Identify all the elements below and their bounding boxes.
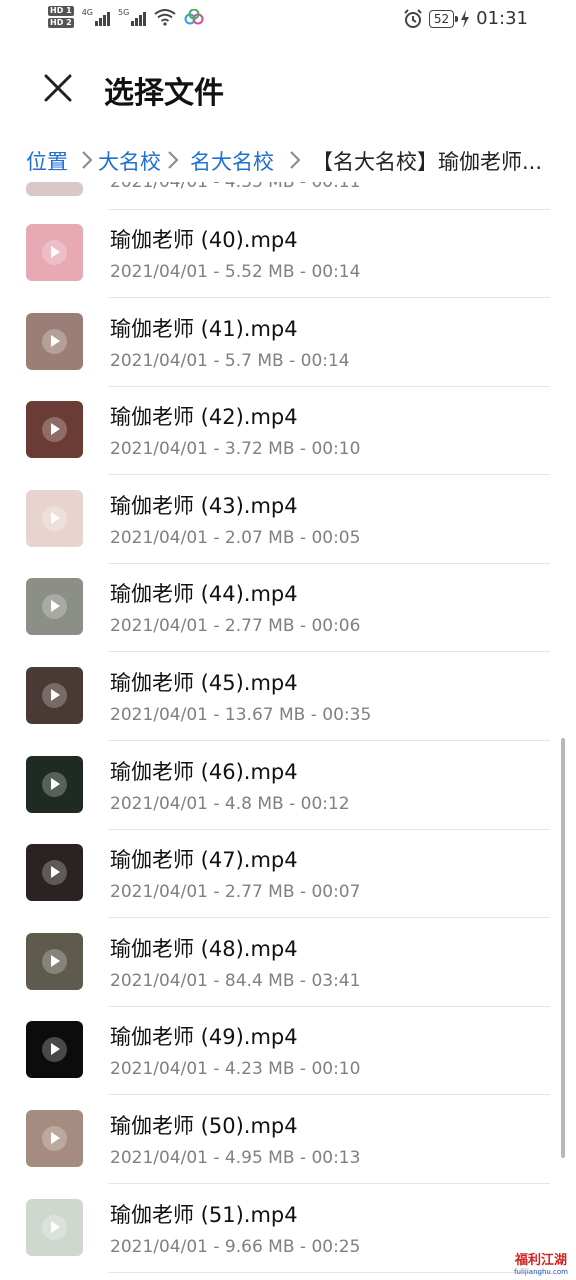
battery-indicator: 52: [428, 9, 459, 28]
file-name: 瑜伽老师 (48).mp4: [110, 936, 298, 961]
video-thumbnail: [26, 667, 83, 724]
list-item[interactable]: 瑜伽老师 (49).mp4 2021/04/01 - 4.23 MB - 00:1…: [0, 1007, 576, 1096]
alarm-icon: [404, 8, 422, 28]
app-header: 选择文件: [0, 56, 576, 120]
file-meta: 2021/04/01 - 13.67 MB - 00:35: [110, 705, 372, 725]
list-item[interactable]: 瑜伽老师 (42).mp4 2021/04/01 - 3.72 MB - 00:1…: [0, 387, 576, 476]
breadcrumb: 位置 大名校 名大名校 【名大名校】瑜伽老师...: [0, 140, 576, 182]
chevron-right-icon: [168, 151, 179, 169]
wifi-icon: [154, 9, 176, 26]
video-thumbnail: [26, 182, 83, 196]
play-icon: [42, 417, 67, 443]
video-thumbnail: [26, 578, 83, 636]
breadcrumb-item-folder-1[interactable]: 大名校: [98, 146, 161, 176]
file-name: 瑜伽老师 (44).mp4: [110, 582, 298, 607]
file-meta: 2021/04/01 - 5.52 MB - 00:14: [110, 262, 361, 282]
video-thumbnail: [26, 844, 83, 902]
signal1-label: 4G: [81, 8, 93, 17]
watermark-logo: 福利江湖 fulijianghu.com: [514, 1249, 568, 1276]
play-icon: [42, 1126, 67, 1151]
play-icon: [42, 860, 67, 886]
status-right: 52 01:31: [403, 8, 528, 29]
breadcrumb-item-current[interactable]: 【名大名校】瑜伽老师...: [312, 146, 542, 176]
list-item[interactable]: 瑜伽老师 (41).mp4 2021/04/01 - 5.7 MB - 00:14: [0, 299, 576, 387]
file-meta: 2021/04/01 - 2.77 MB - 00:07: [110, 882, 361, 903]
video-thumbnail: [26, 932, 83, 990]
video-thumbnail: [26, 1110, 83, 1167]
hd1-badge: HD 1: [48, 6, 74, 16]
file-name: 瑜伽老师 (40).mp4: [110, 228, 298, 252]
charging-icon: [461, 9, 470, 28]
file-meta: 2021/04/01 - 9.66 MB - 00:25: [110, 1236, 361, 1257]
file-name: 瑜伽老师 (49).mp4: [110, 1025, 298, 1050]
video-thumbnail: [26, 312, 83, 370]
file-meta: 2021/04/01 - 5.7 MB - 00:14: [110, 350, 350, 371]
file-meta: 2021/04/01 - 4.95 MB - 00:13: [110, 1148, 361, 1168]
file-meta: 2021/04/01 - 4.35 MB - 00:11: [110, 182, 361, 192]
signal2-label: 5G: [117, 8, 130, 17]
clock: 01:31: [476, 8, 528, 29]
list-item[interactable]: 瑜伽老师 (43).mp4 2021/04/01 - 2.07 MB - 00:0…: [0, 476, 576, 564]
page-title: 选择文件: [104, 76, 224, 111]
play-icon: [42, 594, 67, 620]
scrollbar[interactable]: [561, 738, 565, 1158]
file-name: 瑜伽老师 (45).mp4: [110, 671, 298, 695]
play-icon: [42, 1214, 67, 1240]
file-meta: 2021/04/01 - 3.72 MB - 00:10: [110, 439, 361, 460]
play-icon: [42, 683, 67, 708]
list-item[interactable]: 瑜伽老师 (40).mp4 2021/04/01 - 5.52 MB - 00:1…: [0, 210, 576, 298]
file-name: 瑜伽老师 (47).mp4: [110, 848, 298, 873]
hd2-badge: HD 2: [48, 18, 74, 28]
file-meta: 2021/04/01 - 84.4 MB - 03:41: [110, 970, 361, 991]
list-item[interactable]: 瑜伽老师 (44).mp4 2021/04/01 - 2.77 MB - 00:0…: [0, 564, 576, 653]
close-icon[interactable]: [40, 70, 76, 106]
list-item[interactable]: 瑜伽老师 (46).mp4 2021/04/01 - 4.8 MB - 00:12: [0, 742, 576, 830]
play-icon: [42, 240, 67, 265]
list-item[interactable]: 瑜伽老师 (51).mp4 2021/04/01 - 9.66 MB - 00:2…: [0, 1185, 576, 1273]
breadcrumb-item-folder-2[interactable]: 名大名校: [190, 146, 274, 176]
app-notification-icon: [184, 9, 204, 25]
file-name: 瑜伽老师 (43).mp4: [110, 493, 298, 518]
breadcrumb-item-location[interactable]: 位置: [26, 146, 68, 176]
file-list[interactable]: 2021/04/01 - 4.35 MB - 00:11 瑜伽老师 (40).m…: [0, 182, 576, 1280]
list-item[interactable]: 瑜伽老师 (50).mp4 2021/04/01 - 4.95 MB - 00:1…: [0, 1096, 576, 1184]
list-item[interactable]: 瑜伽老师 (48).mp4 2021/04/01 - 84.4 MB - 03:4…: [0, 919, 576, 1007]
play-icon: [42, 505, 67, 531]
file-meta: 2021/04/01 - 4.8 MB - 00:12: [110, 793, 350, 814]
signal-icon-1: 4G: [82, 8, 110, 26]
signal-icon-2: 5G: [117, 8, 147, 26]
file-meta: 2021/04/01 - 2.07 MB - 00:05: [110, 527, 361, 548]
status-left: HD 1 HD 2 4G 5G: [48, 6, 204, 28]
watermark-url: fulijianghu.com: [514, 1268, 568, 1276]
chevron-right-icon: [82, 151, 93, 169]
divider: [108, 1271, 550, 1273]
chevron-right-icon: [290, 151, 301, 169]
status-bar: HD 1 HD 2 4G 5G 52 01:31: [0, 0, 576, 44]
video-thumbnail: [26, 755, 83, 813]
file-name: 瑜伽老师 (42).mp4: [110, 405, 298, 430]
play-icon: [42, 771, 67, 797]
list-item[interactable]: 瑜伽老师 (45).mp4 2021/04/01 - 13.67 MB - 00:…: [0, 653, 576, 741]
play-icon: [42, 1037, 67, 1063]
file-meta: 2021/04/01 - 2.77 MB - 00:06: [110, 616, 361, 637]
file-name: 瑜伽老师 (50).mp4: [110, 1114, 298, 1138]
watermark-title: 福利江湖: [515, 1253, 568, 1268]
file-meta: 2021/04/01 - 4.23 MB - 00:10: [110, 1059, 361, 1080]
video-thumbnail: [26, 489, 83, 547]
play-icon: [42, 328, 67, 354]
hd-indicators: HD 1 HD 2: [48, 6, 74, 28]
file-name: 瑜伽老师 (46).mp4: [110, 759, 298, 784]
file-name: 瑜伽老师 (51).mp4: [110, 1202, 298, 1227]
video-thumbnail: [26, 401, 83, 459]
list-item[interactable]: 瑜伽老师 (47).mp4 2021/04/01 - 2.77 MB - 00:0…: [0, 830, 576, 919]
play-icon: [42, 948, 67, 974]
video-thumbnail: [26, 1198, 83, 1256]
video-thumbnail: [26, 224, 83, 281]
list-item-partial[interactable]: 2021/04/01 - 4.35 MB - 00:11: [0, 182, 576, 210]
file-name: 瑜伽老师 (41).mp4: [110, 316, 298, 341]
video-thumbnail: [26, 1021, 83, 1079]
